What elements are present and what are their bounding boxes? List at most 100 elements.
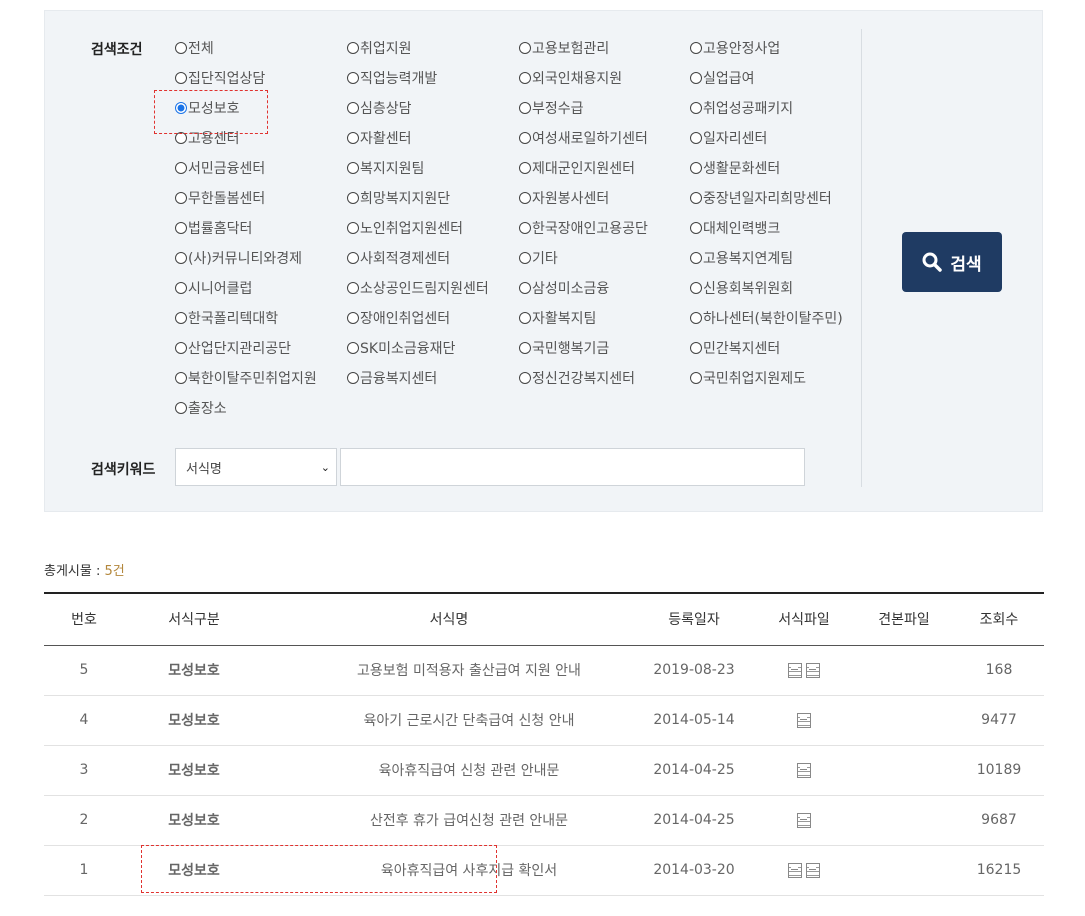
radio-option[interactable]: 고용안정사업: [690, 38, 780, 58]
radio-option[interactable]: 삼성미소금융: [519, 278, 609, 298]
radio-button[interactable]: [519, 372, 531, 384]
radio-button[interactable]: [690, 162, 702, 174]
radio-option[interactable]: 고용센터: [175, 128, 240, 148]
radio-button[interactable]: [347, 132, 359, 144]
file-download-icon[interactable]: [788, 662, 802, 678]
radio-button[interactable]: [175, 132, 187, 144]
radio-button[interactable]: [347, 372, 359, 384]
radio-button[interactable]: [690, 102, 702, 114]
radio-option[interactable]: 자활복지팀: [519, 308, 596, 328]
table-row[interactable]: 1 모성보호 육아휴직급여 사후지급 확인서 2014-03-20 16215: [44, 845, 1044, 896]
radio-button[interactable]: [690, 342, 702, 354]
radio-option[interactable]: 소상공인드림지원센터: [347, 278, 489, 298]
radio-option[interactable]: 외국인채용지원: [519, 68, 622, 88]
radio-button[interactable]: [519, 282, 531, 294]
radio-option[interactable]: 국민행복기금: [519, 338, 609, 358]
radio-option[interactable]: 법률홈닥터: [175, 218, 252, 238]
radio-option[interactable]: 사회적경제센터: [347, 248, 450, 268]
file-download-icon[interactable]: [797, 812, 811, 828]
radio-button[interactable]: [347, 342, 359, 354]
radio-button[interactable]: [347, 72, 359, 84]
radio-button[interactable]: [347, 282, 359, 294]
radio-button[interactable]: [175, 162, 187, 174]
radio-button[interactable]: [519, 102, 531, 114]
radio-option[interactable]: 출장소: [175, 398, 227, 418]
radio-button[interactable]: [347, 222, 359, 234]
search-button[interactable]: 검색: [902, 232, 1002, 292]
file-download-icon[interactable]: [797, 762, 811, 778]
radio-button[interactable]: [519, 252, 531, 264]
radio-option[interactable]: 노인취업지원센터: [347, 218, 463, 238]
radio-button[interactable]: [690, 192, 702, 204]
file-download-icon[interactable]: [788, 862, 802, 878]
table-row[interactable]: 2 모성보호 산전후 휴가 급여신청 관련 안내문 2014-04-25 9687: [44, 795, 1044, 846]
keyword-type-select[interactable]: 서식명 ⌄: [175, 448, 337, 486]
radio-option[interactable]: 대체인력뱅크: [690, 218, 780, 238]
radio-button[interactable]: [519, 312, 531, 324]
file-download-icon[interactable]: [806, 862, 820, 878]
keyword-input[interactable]: [340, 448, 805, 486]
radio-button[interactable]: [519, 192, 531, 204]
radio-button[interactable]: [175, 312, 187, 324]
radio-button[interactable]: [519, 42, 531, 54]
radio-option[interactable]: 자활센터: [347, 128, 412, 148]
radio-button[interactable]: [347, 42, 359, 54]
radio-option[interactable]: 국민취업지원제도: [690, 368, 806, 388]
radio-button[interactable]: [347, 252, 359, 264]
radio-option[interactable]: 신용회복위원회: [690, 278, 793, 298]
radio-button[interactable]: [347, 162, 359, 174]
radio-button[interactable]: [519, 222, 531, 234]
radio-option[interactable]: 고용복지연계팀: [690, 248, 793, 268]
radio-option[interactable]: 민간복지센터: [690, 338, 780, 358]
file-download-icon[interactable]: [797, 712, 811, 728]
radio-button[interactable]: [519, 72, 531, 84]
table-row[interactable]: 3 모성보호 육아휴직급여 신청 관련 안내문 2014-04-25 10189: [44, 745, 1044, 796]
radio-option[interactable]: 희망복지지원단: [347, 188, 450, 208]
table-row[interactable]: 4 모성보호 육아기 근로시간 단축급여 신청 안내 2014-05-14 9477: [44, 695, 1044, 746]
radio-button[interactable]: [690, 252, 702, 264]
radio-option[interactable]: 한국폴리텍대학: [175, 308, 278, 328]
row-title-link[interactable]: 산전후 휴가 급여신청 관련 안내문: [264, 795, 634, 846]
radio-button[interactable]: [690, 42, 702, 54]
radio-option[interactable]: (사)커뮤니티와경제: [175, 248, 302, 268]
row-title-link[interactable]: 육아휴직급여 사후지급 확인서: [264, 845, 634, 896]
radio-option[interactable]: 북한이탈주민취업지원: [175, 368, 317, 388]
radio-button[interactable]: [690, 312, 702, 324]
radio-option[interactable]: 제대군인지원센터: [519, 158, 635, 178]
radio-button[interactable]: [690, 372, 702, 384]
radio-option[interactable]: 집단직업상담: [175, 68, 265, 88]
radio-option[interactable]: 산업단지관리공단: [175, 338, 291, 358]
radio-button[interactable]: [347, 192, 359, 204]
radio-button[interactable]: [175, 252, 187, 264]
radio-option[interactable]: 기타: [519, 248, 558, 268]
radio-option[interactable]: 정신건강복지센터: [519, 368, 635, 388]
radio-button[interactable]: [175, 222, 187, 234]
radio-option[interactable]: 장애인취업센터: [347, 308, 450, 328]
file-download-icon[interactable]: [806, 662, 820, 678]
radio-button[interactable]: [690, 222, 702, 234]
radio-button[interactable]: [347, 312, 359, 324]
radio-option[interactable]: 취업지원: [347, 38, 412, 58]
radio-option[interactable]: 금융복지센터: [347, 368, 437, 388]
radio-button[interactable]: [690, 72, 702, 84]
radio-button[interactable]: [690, 132, 702, 144]
radio-button[interactable]: [519, 162, 531, 174]
radio-option[interactable]: 복지지원팀: [347, 158, 424, 178]
row-title-link[interactable]: 고용보험 미적용자 출산급여 지원 안내: [264, 645, 634, 696]
radio-option[interactable]: 직업능력개발: [347, 68, 437, 88]
radio-option[interactable]: 여성새로일하기센터: [519, 128, 648, 148]
radio-option[interactable]: 고용보험관리: [519, 38, 609, 58]
radio-option[interactable]: 서민금융센터: [175, 158, 265, 178]
row-title-link[interactable]: 육아휴직급여 신청 관련 안내문: [264, 745, 634, 796]
radio-button[interactable]: [175, 402, 187, 414]
radio-option[interactable]: 일자리센터: [690, 128, 767, 148]
radio-button[interactable]: [175, 282, 187, 294]
radio-option[interactable]: 부정수급: [519, 98, 584, 118]
radio-option[interactable]: 생활문화센터: [690, 158, 780, 178]
radio-option[interactable]: 시니어클럽: [175, 278, 252, 298]
radio-option[interactable]: SK미소금융재단: [347, 338, 455, 358]
table-row[interactable]: 5 모성보호 고용보험 미적용자 출산급여 지원 안내 2019-08-23 168: [44, 645, 1044, 696]
radio-button[interactable]: [519, 342, 531, 354]
radio-button[interactable]: [175, 72, 187, 84]
radio-option[interactable]: 취업성공패키지: [690, 98, 793, 118]
